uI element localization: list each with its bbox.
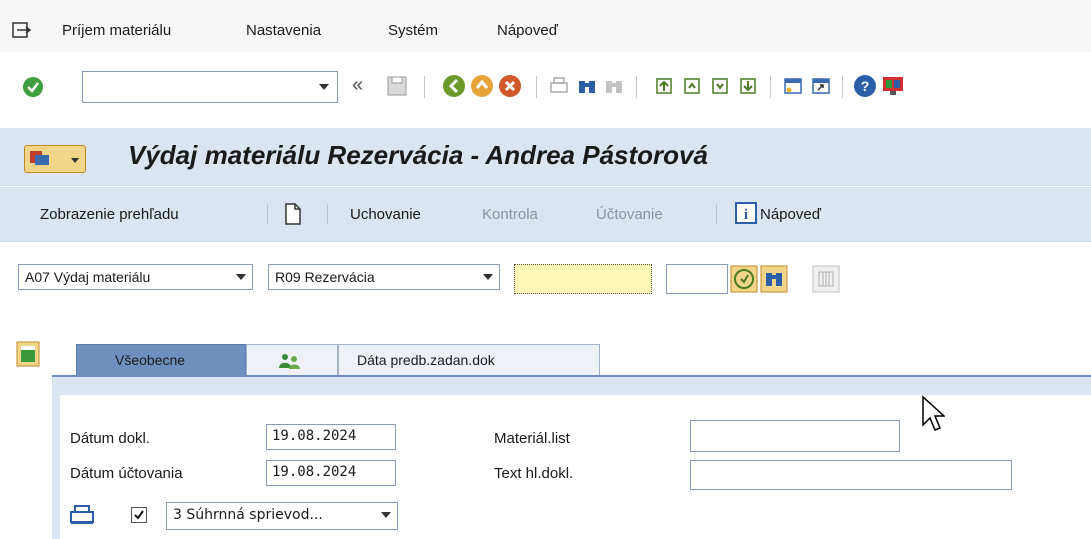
check-button: Kontrola [482, 206, 538, 223]
search-icon[interactable] [760, 265, 788, 293]
enter-icon[interactable] [22, 76, 44, 98]
mouse-cursor-icon [922, 395, 945, 431]
collapse-icon[interactable]: « [352, 74, 363, 97]
customize-layout-icon[interactable] [881, 74, 905, 98]
help-icon[interactable]: ? [853, 74, 877, 98]
post-date-label: Dátum účtovania [70, 465, 183, 482]
item-number-input[interactable] [666, 264, 728, 294]
tab-pre-entry-data-label: Dáta predb.zadan.dok [357, 352, 495, 368]
tab-general[interactable]: Všeobecne [76, 344, 246, 376]
menu-toggle-icon [30, 151, 49, 165]
print-icon [550, 77, 568, 93]
table-settings-icon [812, 265, 840, 293]
save-icon[interactable] [386, 75, 408, 97]
transaction-select-value: A07 Výdaj materiálu [25, 269, 151, 285]
partners-icon [279, 354, 300, 369]
print-option-value: 3 Súhrnná sprievod... [173, 507, 323, 523]
menu-item-settings[interactable]: Nastavenia [246, 22, 321, 39]
exit-icon[interactable] [470, 74, 494, 98]
execute-icon[interactable] [730, 265, 758, 293]
header-text-label: Text hl.dokl. [494, 465, 574, 482]
new-document-icon[interactable] [284, 203, 302, 225]
menu-bar: Príjem materiálu Nastavenia Systém Nápov… [0, 0, 1091, 52]
svg-text:?: ? [861, 78, 870, 94]
next-page-icon[interactable] [709, 75, 731, 97]
print-option-select[interactable]: 3 Súhrnná sprievod... [166, 502, 398, 530]
svg-text:i: i [744, 207, 748, 223]
back-icon[interactable] [442, 74, 466, 98]
menu-item-material-receipt[interactable]: Príjem materiálu [62, 22, 171, 39]
transaction-select[interactable]: A07 Výdaj materiálu [18, 264, 253, 290]
material-slip-label: Materiál.list [494, 430, 570, 447]
previous-page-icon[interactable] [681, 75, 703, 97]
printer-icon [70, 505, 94, 524]
hold-button[interactable]: Uchovanie [350, 206, 421, 223]
doc-date-field[interactable]: 19.08.2024 [266, 424, 396, 450]
cancel-icon[interactable] [498, 74, 522, 98]
material-slip-field[interactable] [690, 420, 900, 452]
chevron-down-icon [483, 274, 493, 280]
reservation-number-input[interactable] [514, 264, 652, 294]
help-button[interactable]: Nápoveď [760, 206, 821, 223]
print-checkbox[interactable] [131, 507, 147, 523]
overview-button[interactable]: Zobrazenie prehľadu [40, 206, 179, 223]
first-page-icon[interactable] [653, 75, 675, 97]
page-title: Výdaj materiálu Rezervácia - Andrea Pást… [128, 140, 708, 170]
header-text-field[interactable] [690, 460, 1012, 490]
reference-select-value: R09 Rezervácia [275, 269, 375, 285]
find-icon[interactable] [576, 75, 598, 97]
doc-date-label: Dátum dokl. [70, 430, 151, 447]
shortcut-icon[interactable] [810, 75, 832, 97]
chevron-down-icon [236, 274, 246, 280]
toggle-header-icon[interactable] [16, 341, 40, 367]
info-icon[interactable]: i [735, 202, 757, 224]
menu-item-help[interactable]: Nápoveď [497, 22, 558, 39]
last-page-icon[interactable] [737, 75, 759, 97]
menu-item-system[interactable]: Systém [388, 22, 438, 39]
tab-pre-entry-data[interactable]: Dáta predb.zadan.dok [338, 344, 600, 376]
chevron-down-icon [381, 512, 391, 518]
menu-icon[interactable] [12, 22, 32, 40]
command-field[interactable] [82, 71, 338, 103]
check-icon [134, 510, 144, 520]
chevron-down-icon[interactable] [319, 84, 329, 90]
chevron-down-icon [71, 158, 79, 163]
find-next-icon [606, 81, 622, 93]
menu-button[interactable] [24, 145, 86, 173]
tab-general-label: Všeobecne [115, 352, 186, 368]
post-button: Účtovanie [596, 206, 663, 223]
tab-partners[interactable] [246, 344, 338, 376]
new-session-icon[interactable] [782, 75, 804, 97]
post-date-field[interactable]: 19.08.2024 [266, 460, 396, 486]
reference-select[interactable]: R09 Rezervácia [268, 264, 500, 290]
